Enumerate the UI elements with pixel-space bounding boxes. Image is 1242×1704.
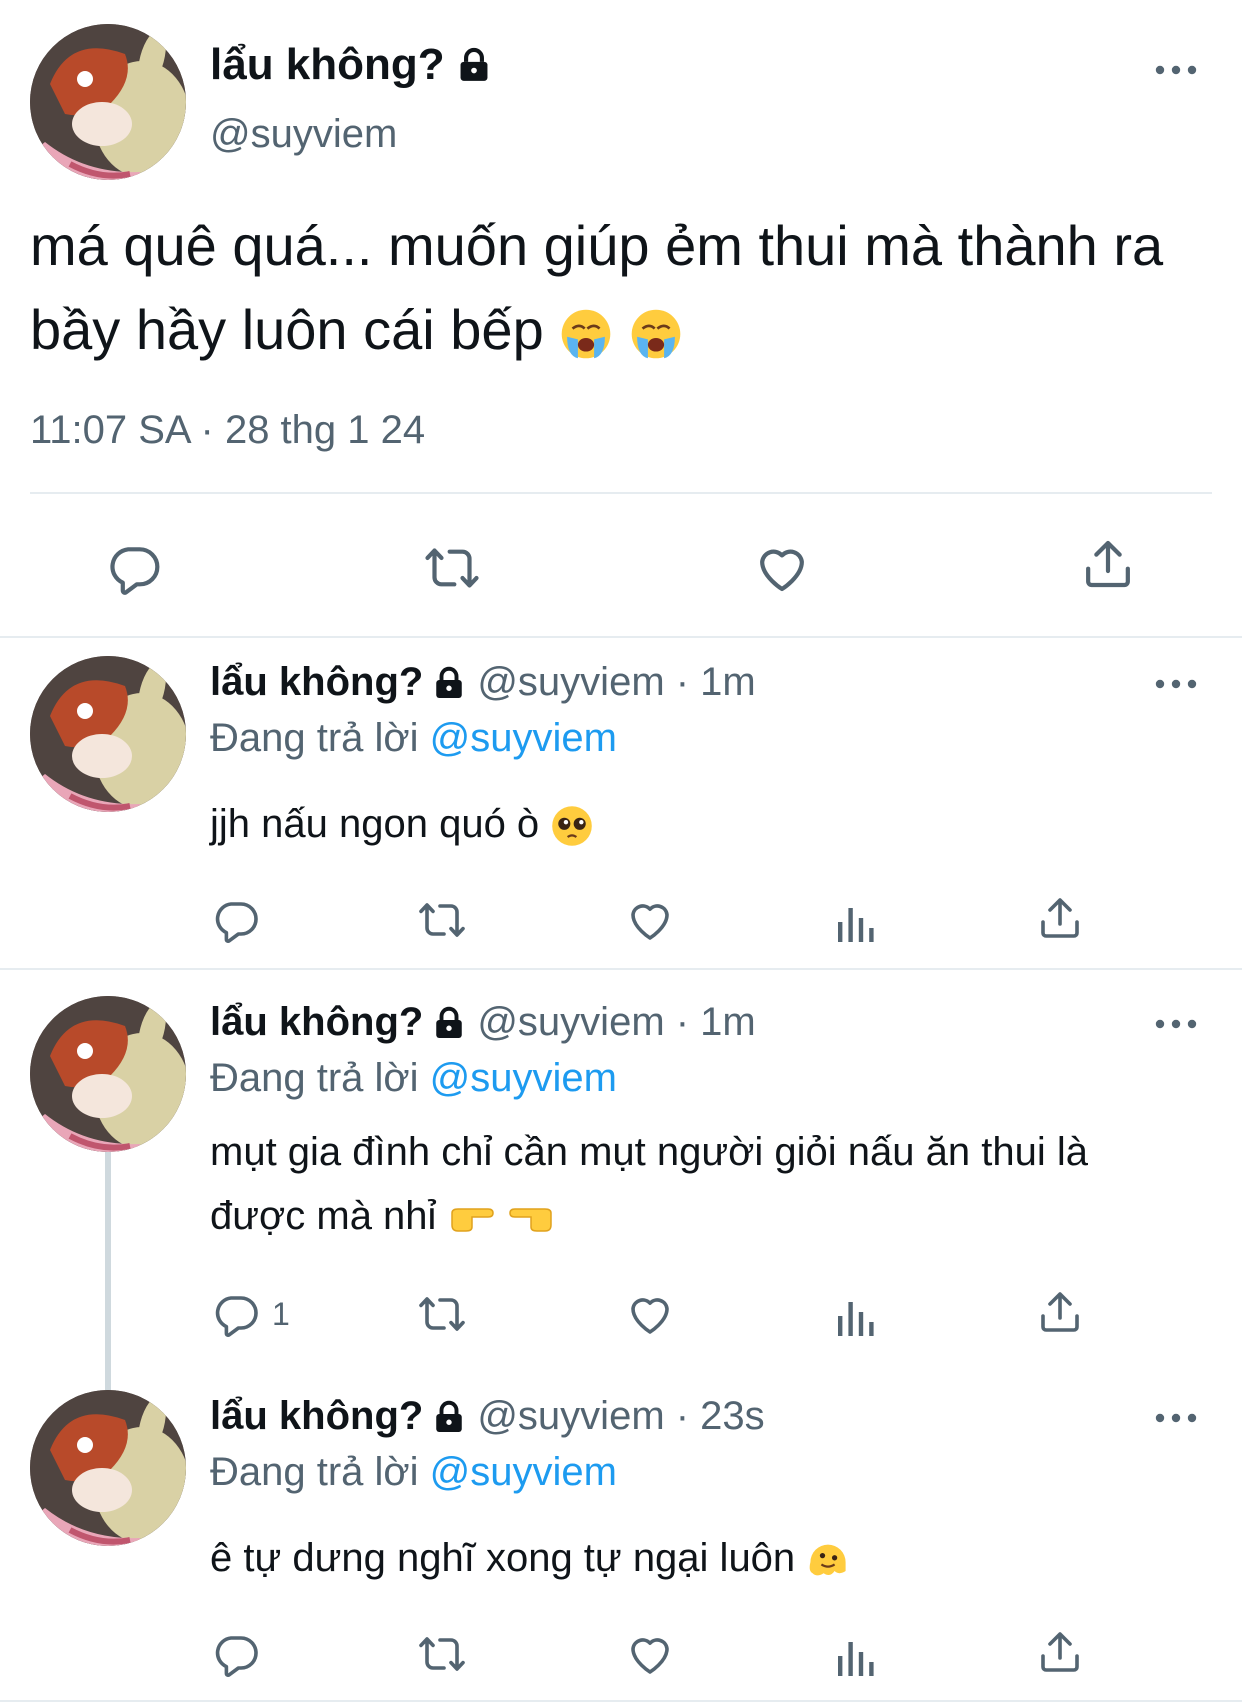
author-handle: @suyviem — [210, 112, 398, 156]
loudly-crying-face-icon — [629, 307, 683, 361]
avatar[interactable] — [30, 24, 186, 180]
author-name: lẩu không? — [210, 1000, 424, 1044]
share-icon — [1080, 536, 1136, 592]
reply-header: lẩu không? @suyviem · 1m — [210, 1000, 756, 1045]
views-icon — [832, 1634, 880, 1682]
like-button[interactable] — [754, 540, 810, 596]
views-icon — [832, 900, 880, 948]
heart-icon — [626, 896, 674, 944]
reply-button[interactable] — [106, 540, 162, 596]
handle-time: @suyviem · 23s — [477, 1394, 765, 1438]
more-options-icon[interactable] — [1154, 62, 1198, 78]
views-button[interactable] — [832, 1634, 880, 1682]
reply-count: 1 — [272, 1295, 290, 1332]
heart-icon — [626, 1630, 674, 1678]
pointing-left-icon — [507, 1203, 555, 1233]
lock-icon — [431, 1005, 467, 1041]
avatar[interactable] — [30, 1390, 186, 1546]
reply-text: mụt gia đình chỉ cần mụt người giỏi nấu … — [210, 1130, 1088, 1238]
heart-icon — [754, 540, 810, 596]
pleading-face-icon — [550, 804, 594, 848]
lock-icon — [431, 1399, 467, 1435]
author-name: lẩu không? — [210, 660, 424, 704]
mention-link[interactable]: @suyviem — [430, 1450, 617, 1494]
pointing-right-icon — [448, 1203, 496, 1233]
handle-time: @suyviem · 1m — [477, 660, 756, 704]
reply-button[interactable]: 1 — [212, 1290, 290, 1338]
mention-link[interactable]: @suyviem — [430, 716, 617, 760]
share-button[interactable] — [1036, 894, 1084, 942]
views-icon — [832, 1294, 880, 1342]
reply-icon — [212, 1290, 260, 1338]
replying-to: Đang trả lời @suyviem — [210, 716, 617, 760]
retweet-icon — [418, 1290, 466, 1338]
views-button[interactable] — [832, 900, 880, 948]
replying-to: Đang trả lời @suyviem — [210, 1450, 617, 1494]
tweet-timestamp: 11:07 SA · 28 thg 1 24 — [30, 408, 426, 452]
retweet-button[interactable] — [424, 540, 480, 596]
lock-icon — [431, 665, 467, 701]
more-options-icon[interactable] — [1154, 1016, 1198, 1032]
lock-icon — [455, 46, 493, 84]
author-name: lẩu không? — [210, 1394, 424, 1438]
reply-button[interactable] — [212, 896, 272, 944]
mention-link[interactable]: @suyviem — [430, 1056, 617, 1100]
more-options-icon[interactable] — [1154, 676, 1198, 692]
divider — [30, 492, 1212, 494]
handle-time: @suyviem · 1m — [477, 1000, 756, 1044]
share-icon — [1036, 1628, 1084, 1676]
retweet-icon — [418, 896, 466, 944]
share-icon — [1036, 1288, 1084, 1336]
reply-text: jjh nấu ngon quó ò — [210, 792, 1170, 856]
reply-header: lẩu không? @suyviem · 23s — [210, 1394, 765, 1439]
tweet-text: má quê quá... muốn giúp ẻm thui mà thành… — [30, 214, 1164, 361]
reply-header: lẩu không? @suyviem · 1m — [210, 660, 756, 705]
loudly-crying-face-icon — [559, 307, 613, 361]
more-options-icon[interactable] — [1154, 1410, 1198, 1426]
reply-icon — [212, 1630, 260, 1678]
like-button[interactable] — [626, 1290, 674, 1338]
share-button[interactable] — [1036, 1288, 1084, 1336]
retweet-button[interactable] — [418, 1630, 466, 1678]
heart-icon — [626, 1290, 674, 1338]
retweet-icon — [424, 540, 480, 596]
share-button[interactable] — [1036, 1628, 1084, 1676]
like-button[interactable] — [626, 1630, 674, 1678]
reply-text: ê tự dưng nghĩ xong tự ngại luôn — [210, 1526, 1170, 1590]
retweet-button[interactable] — [418, 1290, 466, 1338]
reply-button[interactable] — [212, 1630, 272, 1678]
share-button[interactable] — [1080, 536, 1136, 592]
melting-face-icon — [806, 1538, 850, 1582]
like-button[interactable] — [626, 896, 674, 944]
avatar[interactable] — [30, 996, 186, 1152]
replying-to: Đang trả lời @suyviem — [210, 1056, 617, 1100]
divider — [0, 1700, 1242, 1702]
retweet-icon — [418, 1630, 466, 1678]
thread-line — [105, 1150, 111, 1390]
avatar[interactable] — [30, 656, 186, 812]
retweet-button[interactable] — [418, 896, 466, 944]
author-name: lẩu không? — [210, 40, 493, 90]
divider — [0, 636, 1242, 638]
reply-icon — [106, 540, 162, 596]
divider — [0, 968, 1242, 970]
share-icon — [1036, 894, 1084, 942]
views-button[interactable] — [832, 1294, 880, 1342]
reply-icon — [212, 896, 260, 944]
